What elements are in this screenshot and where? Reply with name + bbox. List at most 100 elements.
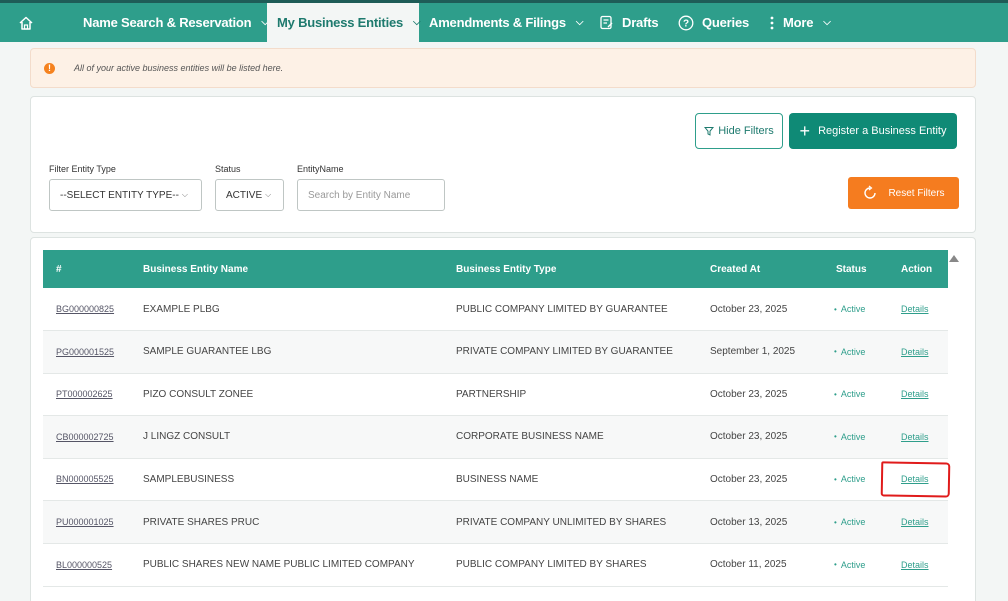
entity-type-cell: PRIVATE COMPANY LIMITED BY GUARANTEE (456, 346, 673, 358)
entity-id-link[interactable]: PG000001525 (56, 331, 114, 373)
column-header-action: Action (901, 263, 933, 275)
entity-id-link[interactable]: PT000002625 (56, 373, 113, 415)
top-navigation: Name Search & Reservation ⌵ My Business … (0, 0, 1008, 42)
created-at-cell: October 13, 2025 (710, 516, 788, 528)
entity-id-link[interactable]: PU000001025 (56, 501, 114, 543)
nav-amendments-filings-label: Amendments & Filings (429, 15, 566, 30)
status-dot-icon: • (834, 347, 837, 357)
created-at-cell: October 23, 2025 (710, 388, 788, 400)
column-header-number: # (56, 263, 62, 275)
nav-more-label: More (783, 15, 814, 30)
entity-name-placeholder: Search by Entity Name (308, 189, 411, 201)
entity-name-cell: EXAMPLE PLBG (143, 303, 220, 315)
reset-filters-label: Reset Filters (888, 187, 945, 199)
column-header-created-at: Created At (710, 263, 761, 275)
status-label: Status (215, 164, 241, 174)
nav-name-search[interactable]: Name Search & Reservation ⌵ (44, 3, 269, 42)
status-text: Active (840, 304, 866, 314)
hide-filters-label: Hide Filters (718, 125, 774, 137)
status-dot-icon: • (834, 560, 837, 570)
reset-filters-button[interactable]: Reset Filters (848, 177, 959, 209)
status-text: Active (840, 517, 866, 527)
table-row: PT000002625 PIZO CONSULT ZONEE PARTNERSHIP… (43, 373, 948, 417)
home-icon (18, 15, 34, 31)
status-dot-icon: • (834, 389, 837, 399)
created-at-cell: October 23, 2025 (710, 303, 788, 315)
entity-id-link[interactable]: CB000002725 (56, 416, 114, 458)
nav-my-business-entities[interactable]: My Business Entities ⌵ (267, 3, 421, 42)
table-header: # Business Entity Name Business Entity T… (43, 250, 948, 288)
info-banner-text: All of your active business entities wil… (74, 63, 284, 73)
created-at-cell: October 23, 2025 (710, 473, 788, 485)
status-cell: • Active (834, 373, 865, 415)
table-row: BG000000825 EXAMPLE PLBG PUBLIC COMPANY LI… (43, 288, 948, 331)
table-row: PG000001525 SAMPLE GUARANTEE LBG PRIVATE C… (43, 330, 948, 374)
status-cell: • Active (834, 331, 865, 373)
column-header-entity-name: Business Entity Name (143, 263, 249, 275)
status-dot-icon: • (834, 474, 837, 484)
entity-type-cell: PARTNERSHIP (456, 388, 527, 400)
nav-queries-label: Queries (702, 15, 750, 30)
entity-name-cell: PUBLIC SHARES NEW NAME PUBLIC LIMITED CO… (143, 559, 415, 571)
nav-more[interactable]: More ⌵ (757, 3, 857, 42)
entity-name-cell: J LINGZ CONSULT (143, 431, 231, 443)
status-text: Active (840, 431, 866, 442)
nav-amendments-filings[interactable]: Amendments & Filings ⌵ (419, 3, 589, 42)
status-text: Active (840, 389, 866, 400)
entity-id-link[interactable]: BL000000525 (56, 544, 112, 586)
entity-name-cell: PIZO CONSULT ZONEE (143, 388, 254, 400)
register-business-entity-button[interactable]: + Register a Business Entity (789, 113, 957, 149)
status-cell: • Active (834, 544, 865, 586)
details-link[interactable]: Details (901, 331, 929, 373)
entity-type-cell: PUBLIC COMPANY LIMITED BY SHARES (456, 559, 647, 571)
entity-type-cell: CORPORATE BUSINESS NAME (456, 431, 604, 443)
created-at-cell: October 23, 2025 (710, 431, 788, 443)
chevron-down-icon: ⌵ (575, 17, 584, 28)
status-dot-icon: • (834, 304, 837, 314)
nav-drafts[interactable]: Drafts (589, 3, 669, 42)
status-dot-icon: • (834, 517, 837, 527)
entity-id-link[interactable]: BN000005525 (56, 458, 114, 500)
entity-name-cell: SAMPLE GUARANTEE LBG (143, 346, 272, 358)
entity-type-cell: PRIVATE COMPANY UNLIMITED BY SHARES (456, 516, 667, 528)
status-select[interactable]: ACTIVE ⌵ (215, 179, 284, 211)
column-header-status: Status (836, 263, 867, 275)
nav-queries[interactable]: ? Queries (669, 3, 757, 42)
status-cell: • Active (834, 288, 865, 330)
entity-type-select[interactable]: --SELECT ENTITY TYPE-- ⌵ (49, 179, 202, 211)
nav-home[interactable] (8, 3, 44, 42)
details-link[interactable]: Details (901, 288, 929, 330)
column-header-entity-type: Business Entity Type (456, 263, 557, 275)
chevron-down-icon: ⌵ (181, 190, 188, 199)
status-cell: • Active (834, 416, 865, 458)
details-link[interactable]: Details (901, 501, 929, 543)
details-link[interactable]: Details (901, 416, 929, 458)
entity-name-search-input[interactable]: Search by Entity Name (297, 179, 445, 211)
nav-drafts-label: Drafts (622, 15, 659, 30)
entity-type-label: Filter Entity Type (49, 164, 116, 174)
kebab-icon (769, 15, 775, 31)
filter-icon (704, 126, 715, 136)
status-text: Active (840, 559, 866, 570)
created-at-cell: October 11, 2025 (710, 559, 787, 571)
status-text: Active (840, 346, 866, 357)
nav-my-business-entities-label: My Business Entities (277, 15, 404, 30)
hide-filters-button[interactable]: Hide Filters (695, 113, 783, 149)
entity-id-link[interactable]: BG000000825 (56, 288, 114, 330)
chevron-down-icon: ⌵ (265, 190, 272, 199)
plus-icon: + (799, 121, 811, 141)
table-row: CB000002725 J LINGZ CONSULT CORPORATE BUSI… (43, 415, 948, 459)
register-business-entity-label: Register a Business Entity (818, 125, 947, 137)
entity-name-cell: PRIVATE SHARES PRUC (143, 516, 260, 528)
scroll-up-arrow-icon[interactable] (949, 255, 959, 262)
details-link[interactable]: Details (901, 373, 929, 415)
annotation-highlight (880, 461, 951, 498)
status-value: ACTIVE (226, 189, 263, 201)
refresh-icon (862, 185, 878, 201)
entity-type-cell: BUSINESS NAME (456, 473, 539, 485)
details-link[interactable]: Details (901, 544, 929, 586)
alert-icon: ! (44, 62, 55, 74)
table-row: BN000005525 SAMPLEBUSINESS BUSINESS NAME Oc… (43, 458, 948, 502)
filter-panel: Hide Filters + Register a Business Entit… (30, 96, 976, 233)
nav-name-search-label: Name Search & Reservation (83, 15, 252, 30)
